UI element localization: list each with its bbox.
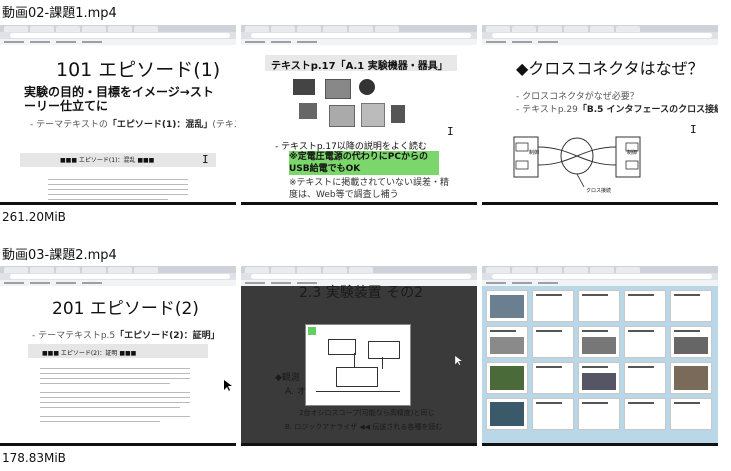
mouse-pointer-icon — [455, 356, 462, 366]
cross-connector-diagram — [513, 136, 641, 188]
slide-card — [578, 290, 620, 322]
slide: 2.3 実験装置 その2 ◆観測 A. オシロスコープ 2台オシロスコープ(可能… — [241, 285, 477, 443]
slide-card — [486, 326, 528, 358]
slide-heading: ◆クロスコネクタはなぜ？ — [516, 59, 704, 78]
slide-card — [624, 326, 666, 358]
slide-card — [532, 398, 574, 430]
slide-bullet: - クロスコネクタがなぜ必要？ — [516, 92, 639, 102]
thumbnail-1-2[interactable]: テキストp.17「A.1 実験機器・器具」 I - テキストp.17以降の説明を… — [241, 25, 477, 205]
equipment-photo — [359, 79, 375, 95]
slide-card — [670, 326, 712, 358]
equipment-photo — [293, 79, 315, 95]
equipment-photo — [329, 105, 355, 127]
slide-card — [624, 362, 666, 394]
video-title-1[interactable]: 動画02-課題1.mp4 — [2, 6, 117, 22]
slide-heading: 201 エピソード(2) — [52, 299, 199, 319]
slide-card — [624, 290, 666, 322]
file-size-1: 261.20MiB — [2, 210, 66, 224]
slide-card — [578, 326, 620, 358]
slide-card — [532, 326, 574, 358]
slide-bullet: - テキストp.29「B.5 インタフェースのクロス接続」 — [516, 102, 718, 115]
thumbnail-2-2[interactable]: 2.3 実験装置 その2 ◆観測 A. オシロスコープ 2台オシロスコープ(可能… — [241, 266, 477, 446]
slide: テキストp.17「A.1 実験機器・器具」 I - テキストp.17以降の説明を… — [241, 45, 477, 202]
text-cursor-icon: I — [690, 123, 697, 136]
slide-bullet: - テーマテキストの「エピソード(1)：混乱」(テキスト p.3) — [30, 117, 236, 130]
thumbnail-strip-1: 101 エピソード(1) 実験の目的・目標をイメージ→ストーリー仕立てに - テ… — [0, 25, 718, 205]
highlight-note: ※定電圧電源の代わりにPCからのUSB給電でもOK — [289, 151, 439, 175]
thumbnail-strip-2: 201 エピソード(2) - テーマテキストp.5「エピソード(2)：証明」 ■… — [0, 266, 718, 446]
bullet-bold: 「B.5 インタフェースのクロス接続」 — [577, 105, 718, 115]
slide-card — [486, 398, 528, 430]
slide-caption: ■■■ エピソード(2)：証明 ■■■ — [42, 350, 137, 357]
browser-chrome — [482, 266, 718, 286]
equipment-photo — [299, 103, 317, 119]
browser-chrome — [0, 25, 236, 45]
slide-note: ※テキストに掲載されていない誤差・精度は、Web等で調査し補う — [289, 178, 450, 200]
diagram-label: 制御 — [529, 150, 540, 156]
bullet-bold: 「エピソード(2)：証明」 — [115, 331, 220, 341]
equipment-photo — [391, 105, 405, 123]
slide-heading: 101 エピソード(1) — [56, 59, 221, 81]
file-size-2: 178.83MiB — [2, 451, 66, 465]
slide-card — [486, 362, 528, 394]
bullet-prefix: - テーマテキストp.5 — [32, 331, 116, 341]
thumbnail-1-1[interactable]: 101 エピソード(1) 実験の目的・目標をイメージ→ストーリー仕立てに - テ… — [0, 25, 236, 205]
slide-card — [578, 362, 620, 394]
diagram-label: クロス接続 — [586, 188, 612, 194]
slide: 201 エピソード(2) - テーマテキストp.5「エピソード(2)：証明」 ■… — [0, 286, 236, 443]
bullet-bold: 「エピソード(1)：混乱」 — [107, 120, 213, 130]
slide-bullet: - テーマテキストp.5「エピソード(2)：証明」 — [32, 328, 220, 341]
slide-heading: 2.3 実験装置 その2 — [299, 285, 424, 301]
bullet-prefix: - テーマテキストの — [30, 120, 108, 130]
text-cursor-icon: I — [447, 125, 454, 138]
slide-card — [670, 290, 712, 322]
slide-card — [486, 290, 528, 322]
slide-line: ◆観測 — [275, 373, 300, 383]
diagram-popup — [305, 324, 411, 406]
mouse-pointer-icon — [224, 380, 232, 391]
slide-line: 2台オシロスコープ(可能なら高精度)と同じ — [299, 409, 435, 417]
equipment-photo — [325, 79, 351, 99]
slide-card — [532, 362, 574, 394]
slide: ◆クロスコネクタはなぜ？ - クロスコネクタがなぜ必要？ - テキストp.29「… — [482, 45, 718, 202]
slide-card — [624, 398, 666, 430]
slide-caption: ■■■ エピソード(1)：混乱 ■■■ — [60, 157, 155, 164]
browser-chrome — [482, 25, 718, 45]
slide-subheading: 実験の目的・目標をイメージ→ストーリー仕立てに — [24, 85, 214, 113]
text-cursor-icon: I — [202, 153, 209, 166]
slide-card — [532, 290, 574, 322]
slide-card — [578, 398, 620, 430]
diagram-label: 制御 — [627, 150, 638, 156]
equipment-photo — [361, 103, 385, 127]
slide-card — [670, 398, 712, 430]
bullet-suffix: (テキスト p.3) — [212, 120, 236, 130]
thumbnail-1-3[interactable]: ◆クロスコネクタはなぜ？ - クロスコネクタがなぜ必要？ - テキストp.29「… — [482, 25, 718, 205]
thumbnail-2-1[interactable]: 201 エピソード(2) - テーマテキストp.5「エピソード(2)：証明」 ■… — [0, 266, 236, 446]
slide-line: B. ロジックアナライザ ◀◀ 伝送される各種を読む — [285, 423, 443, 431]
slide: 101 エピソード(1) 実験の目的・目標をイメージ→ストーリー仕立てに - テ… — [0, 45, 236, 202]
slide-card — [670, 362, 712, 394]
thumbnail-2-3[interactable] — [482, 266, 718, 446]
browser-chrome — [241, 25, 477, 45]
browser-chrome — [0, 266, 236, 286]
bullet-prefix: - テキストp.29 — [516, 105, 578, 115]
slide-grid — [482, 286, 718, 443]
video-title-2[interactable]: 動画03-課題2.mp4 — [2, 248, 117, 264]
slide-heading: テキストp.17「A.1 実験機器・器具」 — [271, 61, 448, 72]
